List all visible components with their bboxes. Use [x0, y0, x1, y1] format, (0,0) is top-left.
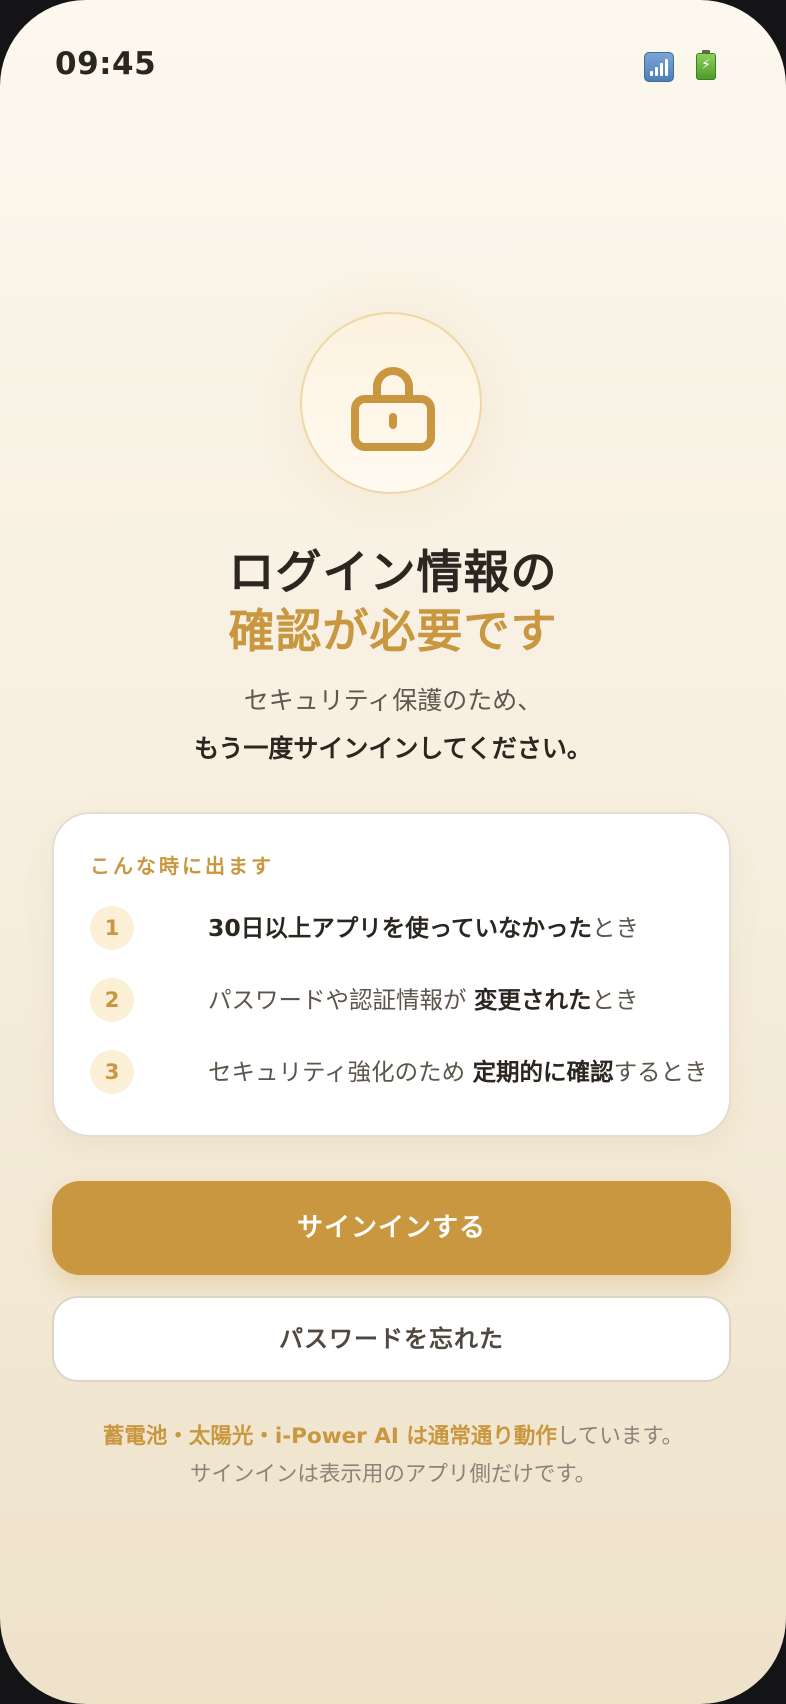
- lock-icon: [351, 367, 435, 451]
- status-time: 09:45: [55, 46, 157, 82]
- list-item-strong: 30日以上アプリを使っていなかった: [208, 914, 593, 942]
- page-title-line1: ログイン情報の: [228, 545, 558, 599]
- footer-note-line2: サインインは表示用のアプリ側だけです。: [189, 1462, 597, 1487]
- reasons-card: こんな時に出ます 1 30日以上アプリを使っていなかったとき 2 パスワードや認…: [52, 812, 731, 1137]
- subtitle-line2: もう一度サインインしてください。: [194, 734, 592, 763]
- footer-rest-text: しています。: [556, 1424, 684, 1449]
- lock-badge: [300, 312, 482, 494]
- list-item-text: 30日以上アプリを使っていなかったとき: [208, 906, 639, 950]
- list-item-strong: 定期的に確認: [472, 1058, 614, 1086]
- subtitle-line1: セキュリティ保護のため、: [243, 686, 543, 715]
- list-item-suffix: とき: [592, 914, 640, 942]
- list-item: 2 パスワードや認証情報が 変更されたとき: [90, 978, 710, 1022]
- phone-screen: 09:45 ⚡ ログイン情報の 確認が必要です セキュリティ保護のため、 もう一…: [0, 0, 786, 1704]
- battery-icon: ⚡: [695, 50, 717, 80]
- card-heading: こんな時に出ます: [90, 854, 274, 878]
- list-item-suffix: とき: [591, 986, 639, 1014]
- footer-accent-text: 蓄電池・太陽光・i-Power AI は通常通り動作: [102, 1424, 557, 1449]
- forgot-password-button[interactable]: パスワードを忘れた: [52, 1296, 731, 1382]
- footer-note-line1: 蓄電池・太陽光・i-Power AI は通常通り動作しています。: [0, 1419, 786, 1450]
- number-badge: 3: [90, 1050, 134, 1094]
- list-item-prefix: パスワードや認証情報が: [208, 986, 474, 1014]
- list-item-text: パスワードや認証情報が 変更されたとき: [208, 978, 638, 1022]
- list-item-prefix: セキュリティ強化のため: [208, 1058, 473, 1086]
- sign-in-button[interactable]: サインインする: [52, 1181, 731, 1275]
- list-item-text: セキュリティ強化のため 定期的に確認するとき: [208, 1050, 708, 1094]
- list-item-suffix: するとき: [613, 1058, 708, 1086]
- list-item: 1 30日以上アプリを使っていなかったとき: [90, 906, 710, 950]
- page-title-line2: 確認が必要です: [228, 604, 558, 658]
- number-badge: 1: [90, 906, 134, 950]
- signal-icon: [644, 52, 674, 82]
- status-bar: 09:45 ⚡: [0, 0, 786, 130]
- list-item-strong: 変更された: [473, 986, 592, 1014]
- bolt-icon: ⚡: [701, 57, 711, 73]
- list-item: 3 セキュリティ強化のため 定期的に確認するとき: [90, 1050, 710, 1094]
- number-badge: 2: [90, 978, 134, 1022]
